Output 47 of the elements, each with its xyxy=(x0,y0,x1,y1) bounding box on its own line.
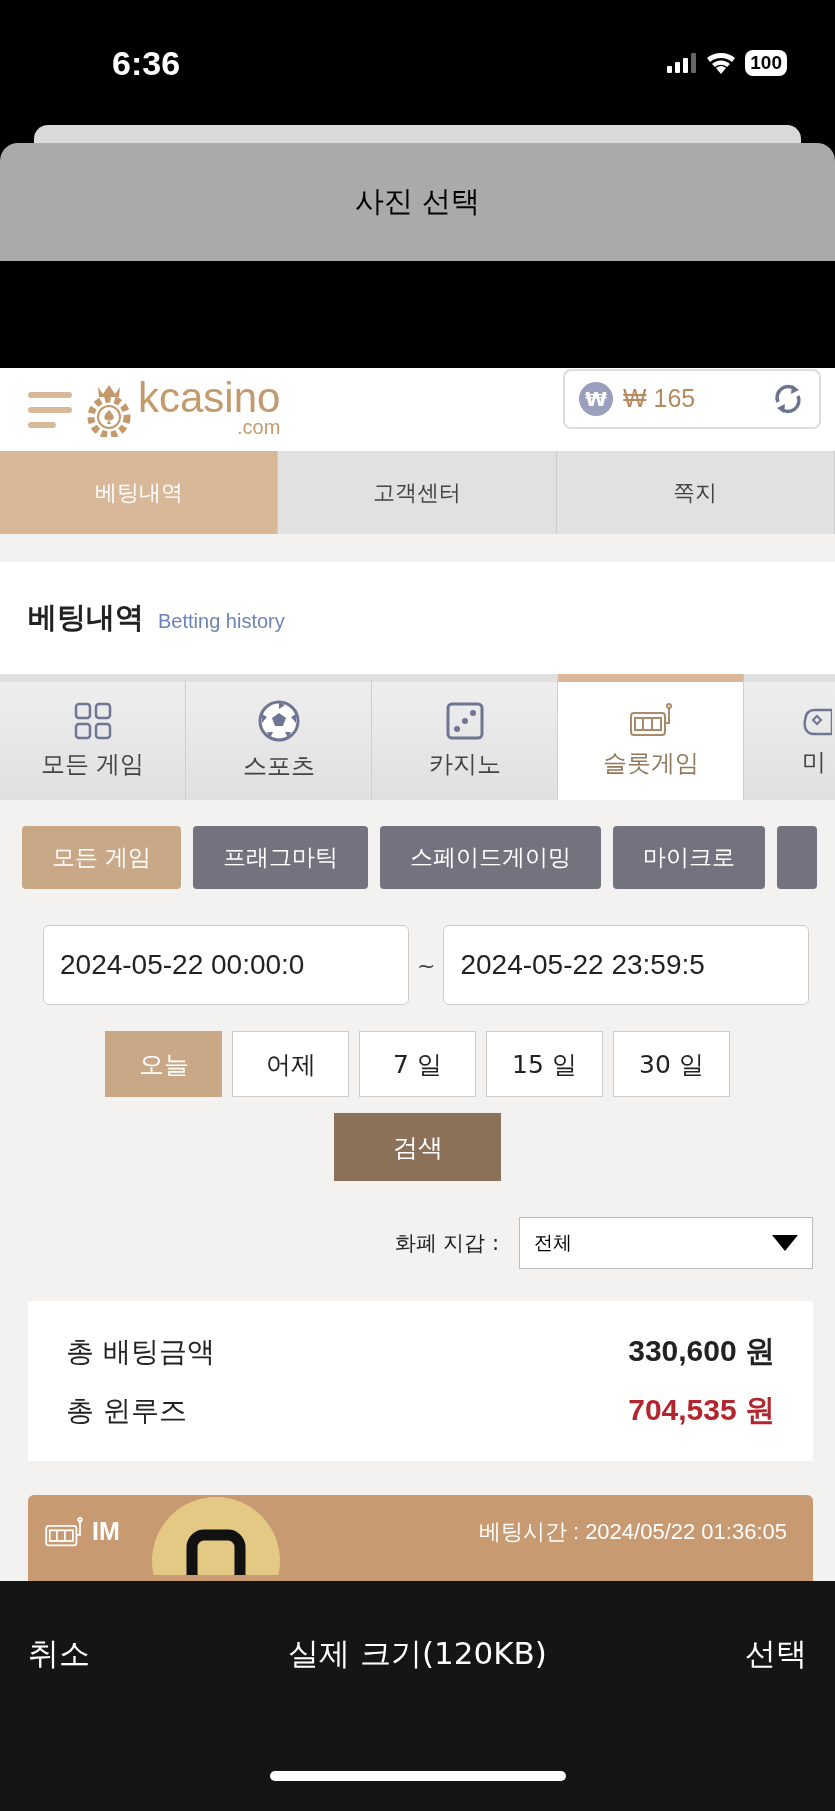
dice-icon xyxy=(445,702,484,740)
provider-button[interactable] xyxy=(777,826,818,889)
date-preset-button[interactable]: 7 일 xyxy=(359,1031,476,1097)
summary-label: 총 배팅금액 xyxy=(66,1333,215,1370)
date-preset-button[interactable]: 30 일 xyxy=(613,1031,730,1097)
category-tab[interactable]: 모든 게임 xyxy=(0,674,186,800)
select-button[interactable]: 선택 xyxy=(745,1633,807,1675)
summary-value: 704,535 원 xyxy=(628,1392,775,1428)
provider-button[interactable]: 프래그마틱 xyxy=(193,826,369,889)
dropdown-icon xyxy=(772,1235,798,1251)
nav-tab[interactable]: 쪽지 xyxy=(556,451,835,534)
currency-icon: ₩ xyxy=(579,381,613,416)
signal-icon xyxy=(667,53,698,73)
grid-icon xyxy=(73,702,112,740)
status-time: 6:36 xyxy=(112,44,181,83)
bet-time: 베팅시간 : 2024/05/22 01:36:05 xyxy=(478,1518,787,1546)
wifi-icon xyxy=(707,52,736,74)
slot-machine-icon xyxy=(44,1517,84,1549)
date-preset-button[interactable]: 어제 xyxy=(232,1031,349,1097)
wallet-select[interactable]: 전체 xyxy=(519,1217,813,1269)
end-date-field[interactable]: 2024-05-22 23:59:5 xyxy=(443,925,810,1005)
section-subtitle: Betting history xyxy=(158,609,285,633)
wallet-label: 화폐 지갑 : xyxy=(394,1230,499,1257)
file-size: 실제 크기(120KB) xyxy=(288,1634,547,1673)
provider-button[interactable]: 스페이드게이밍 xyxy=(380,826,602,889)
category-tab[interactable]: 미 xyxy=(744,674,835,800)
bet-provider: IM xyxy=(92,1517,120,1546)
logo-domain: .com xyxy=(237,416,281,437)
sheet-title: 사진 선택 xyxy=(354,183,481,220)
cancel-button[interactable]: 취소 xyxy=(28,1633,90,1675)
date-preset-button[interactable]: 15 일 xyxy=(486,1031,603,1097)
soccer-ball-icon xyxy=(257,700,300,742)
section-title: 베팅내역 xyxy=(28,599,144,636)
battery-level: 100 xyxy=(745,50,787,76)
balance-amount: ₩ 165 xyxy=(623,384,697,413)
category-tab[interactable]: 슬롯게임 xyxy=(558,674,744,800)
slot-machine-icon xyxy=(628,703,673,739)
sticker-icon xyxy=(150,1495,282,1575)
start-date-field[interactable]: 2024-05-22 00:00:0 xyxy=(43,925,409,1005)
summary-label: 총 윈루즈 xyxy=(66,1392,187,1429)
summary-value: 330,600 원 xyxy=(628,1333,775,1369)
provider-button[interactable]: 마이크로 xyxy=(613,826,766,889)
search-button[interactable]: 검색 xyxy=(334,1113,501,1181)
category-tab[interactable]: 스포츠 xyxy=(186,674,372,800)
range-separator: ~ xyxy=(417,952,436,978)
nav-tab[interactable]: 고객센터 xyxy=(278,451,557,534)
category-tab[interactable]: 카지노 xyxy=(372,674,558,800)
